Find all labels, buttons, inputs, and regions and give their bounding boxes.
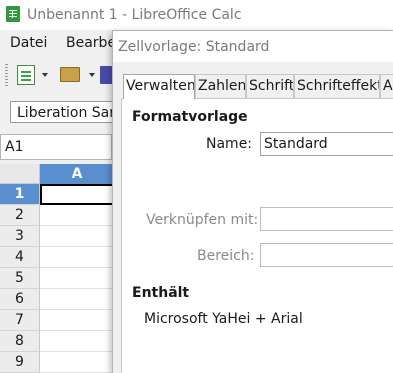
chevron-down-icon[interactable] (89, 73, 95, 77)
cell-a1[interactable] (40, 184, 114, 205)
cell-a4[interactable] (40, 247, 114, 268)
tab-schrift[interactable]: Schrift (246, 74, 294, 98)
spreadsheet-grid[interactable]: A 1 2 3 4 5 6 7 8 9 (0, 164, 114, 373)
row-header-1[interactable]: 1 (0, 184, 40, 205)
tab-zahlen[interactable]: Zahlen (195, 74, 246, 98)
row-header-8[interactable]: 8 (0, 331, 40, 352)
new-spreadsheet-icon[interactable] (17, 65, 35, 85)
column-header-a[interactable]: A (40, 164, 114, 184)
title-bar: Unbenannt 1 - LibreOffice Calc (0, 0, 393, 30)
cell-a6[interactable] (40, 289, 114, 310)
dialog-title: Zellvorlage: Standard (118, 39, 270, 55)
row-header-7[interactable]: 7 (0, 310, 40, 331)
row-header-5[interactable]: 5 (0, 268, 40, 289)
name-box-value: A1 (5, 139, 24, 155)
window-title: Unbenannt 1 - LibreOffice Calc (27, 7, 242, 23)
cell-style-dialog: Zellvorlage: Standard Verwalten Zahlen S… (112, 30, 393, 373)
name-label: Name: (206, 136, 253, 152)
cell-a3[interactable] (40, 226, 114, 247)
menu-datei[interactable]: Datei (10, 35, 47, 51)
tab-verwalten[interactable]: Verwalten (123, 74, 195, 99)
font-name-combobox[interactable]: Liberation Sans (10, 101, 125, 123)
font-name-value: Liberation Sans (17, 105, 126, 121)
cell-a7[interactable] (40, 310, 114, 331)
cell-a9[interactable] (40, 352, 114, 373)
name-field[interactable]: Standard (260, 132, 393, 156)
link-with-field[interactable] (260, 207, 393, 231)
section-contains-heading: Enthält (132, 285, 190, 301)
calc-app-icon (6, 6, 20, 22)
dialog-tabs: Verwalten Zahlen Schrift Schrifteffekt A (121, 74, 393, 99)
chevron-down-icon[interactable] (42, 73, 48, 77)
row-header-6[interactable]: 6 (0, 289, 40, 310)
row-header-9[interactable]: 9 (0, 352, 40, 373)
toolbar-grip-icon[interactable] (5, 64, 8, 86)
link-with-label: Verknüpfen mit: (146, 212, 259, 228)
section-style-heading: Formatvorlage (132, 109, 248, 125)
dialog-title-bar[interactable]: Zellvorlage: Standard (113, 31, 393, 62)
contains-description: Microsoft YaHei + Arial (144, 311, 303, 327)
tab-schrifteffekt[interactable]: Schrifteffekt (294, 74, 380, 98)
category-label: Bereich: (197, 248, 255, 264)
category-field[interactable] (260, 243, 393, 267)
open-folder-icon[interactable] (60, 67, 80, 82)
row-header-3[interactable]: 3 (0, 226, 40, 247)
tab-a[interactable]: A (380, 74, 393, 98)
cell-a5[interactable] (40, 268, 114, 289)
tab-panel-verwalten: Formatvorlage Name: Standard Verknüpfen … (121, 99, 393, 373)
name-box[interactable]: A1 (0, 134, 112, 160)
select-all-corner[interactable] (0, 164, 40, 184)
name-field-value: Standard (264, 136, 328, 152)
row-header-4[interactable]: 4 (0, 247, 40, 268)
row-header-2[interactable]: 2 (0, 205, 40, 226)
cell-a8[interactable] (40, 331, 114, 352)
cell-a2[interactable] (40, 205, 114, 226)
